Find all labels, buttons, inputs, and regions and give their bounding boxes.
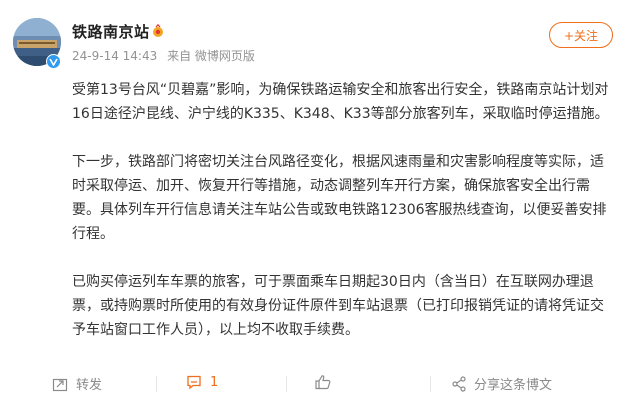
divider [430,376,431,392]
share-label: 分享这条博文 [474,378,553,393]
post-meta: 24-9-14 14:43 来自 微博网页版 [72,47,261,64]
post-paragraph: 已购买停运列车车票的旅客，可于票面乘车日期起30日内（含当日）在互联网办理退票，… [72,274,604,338]
post-source: 来自 微博网页版 [167,49,255,63]
author-name[interactable]: 铁路南京站 [72,21,150,42]
post-content: 受第13号台风“贝碧嘉”影响，为确保铁路运输安全和旅客出行安全，铁路南京站计划对… [72,78,612,366]
verified-badge-icon [46,54,61,69]
follow-button[interactable]: +关注 [549,22,613,48]
post-paragraph: 受第13号台风“贝碧嘉”影响，为确保铁路运输安全和旅客出行安全，铁路南京站计划对… [72,82,609,122]
repost-icon [52,378,68,391]
weibo-post-card: 铁路南京站 24-9-14 14:43 来自 微博网页版 +关注 受第13号台风… [0,0,626,412]
like-icon [315,375,331,390]
share-icon [452,375,466,392]
post-action-bar: 转发 1 分享这条博文 [0,368,626,400]
divider [156,376,157,392]
comment-count: 1 [210,374,219,390]
share-button[interactable]: 分享这条博文 [452,374,552,393]
post-paragraph: 下一步，铁路部门将密切关注台风路径变化，根据风速雨量和灾害影响程度等实际，适时采… [72,154,607,242]
comment-button[interactable]: 1 [186,374,218,390]
comment-icon [187,375,201,390]
divider [286,376,287,392]
post-timestamp[interactable]: 24-9-14 14:43 [72,49,157,63]
user-level-icon[interactable] [151,24,165,38]
repost-label: 转发 [76,378,103,393]
like-button[interactable] [314,374,340,390]
repost-button[interactable]: 转发 [52,374,102,393]
